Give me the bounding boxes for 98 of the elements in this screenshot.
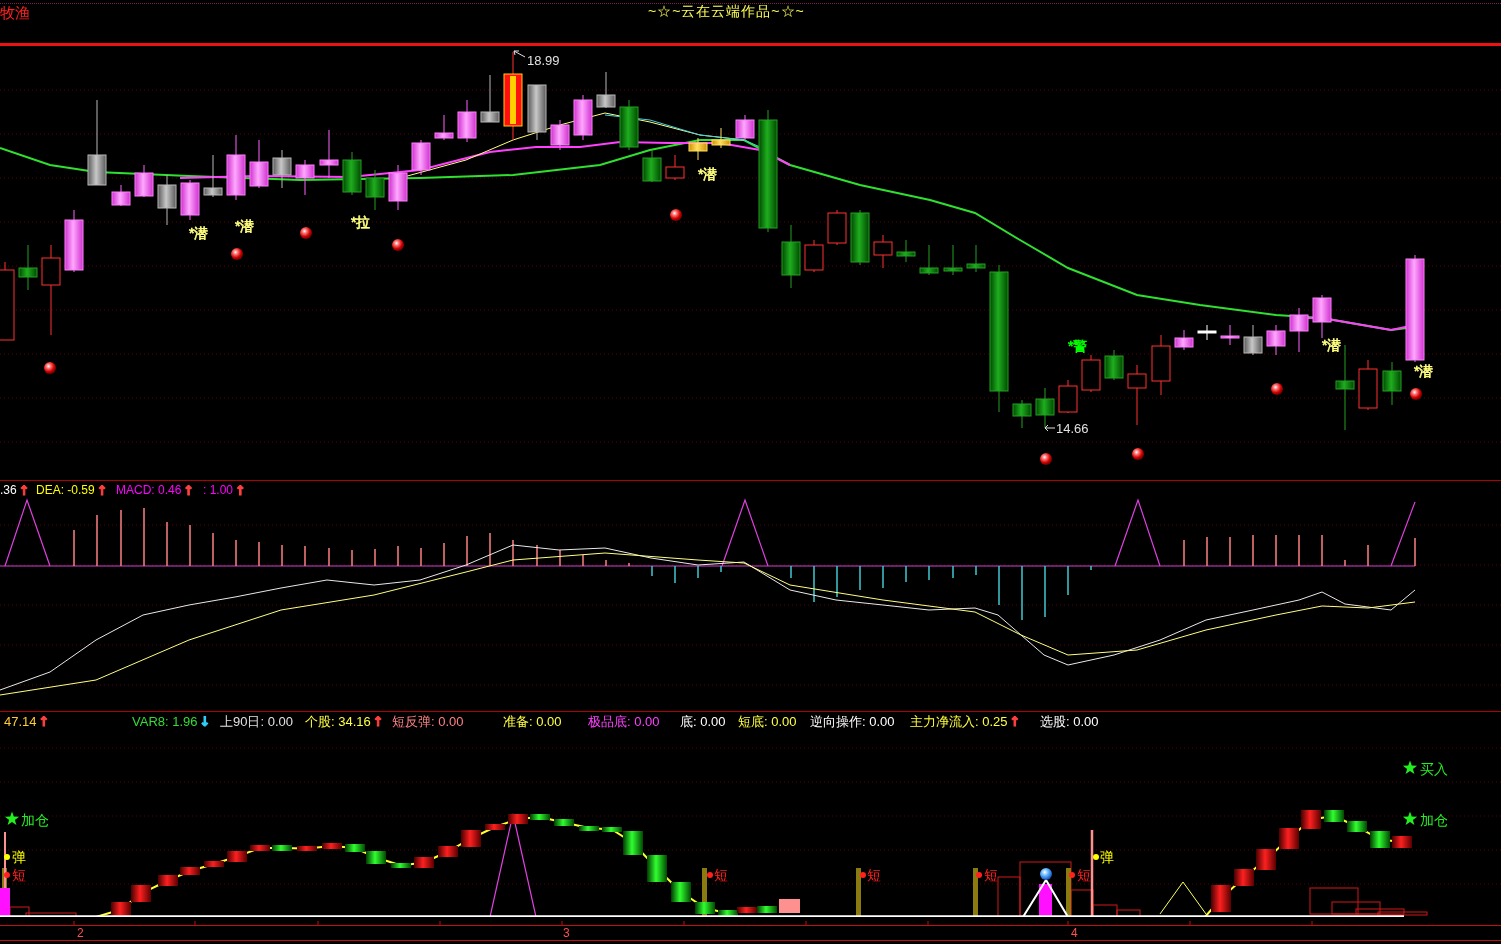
signal-label: 短 [867,867,881,883]
axis-label: 4 [1071,926,1078,940]
momentum-bar [1234,869,1254,886]
signal-label: 短 [984,867,998,883]
signal-bar [973,868,978,917]
momentum-bar [554,819,574,826]
indicator-readout: DEA: -0.59 [36,483,95,498]
signal-label: *潜 [1322,337,1342,353]
trend-arrow-icon: ↑ [96,483,108,498]
pointer-icon [1044,424,1056,432]
indicator-readout: .36 [0,483,17,498]
indicator-readout: : 1.00 [203,483,234,498]
momentum-bar [204,861,224,867]
momentum-bar [1301,810,1321,829]
momentum-bar [1211,885,1231,912]
star-icon [1402,760,1418,775]
indicator-readout: 逆向操作: 0.00 [810,714,895,729]
indicator-readout: 47.14 [4,714,37,729]
marker-ball-icon [1271,383,1283,395]
indicator-readout: 底: 0.00 [680,714,726,729]
momentum-bar [414,857,434,868]
signal-line [4,831,6,889]
momentum-bar [530,814,550,820]
star-icon [4,811,20,826]
trend-arrow-icon: ↑ [1009,714,1021,729]
trend-arrow-icon: ↑ [372,714,384,729]
marker-ball-icon [300,227,312,239]
marker-ball-icon [392,239,404,251]
momentum-bar [1347,821,1367,832]
momentum-bar [647,855,667,882]
momentum-bar [1256,849,1276,870]
momentum-bar [158,875,178,886]
signal-label: *潜 [235,218,255,234]
momentum-bar [391,863,411,868]
indicator-readout: 极品底: 0.00 [588,714,660,729]
trend-arrow-icon: ↑ [18,483,30,498]
trend-arrow-icon: ↓ [199,714,211,729]
indicator-readout: MACD: 0.46 [116,483,182,498]
star-icon [1402,811,1418,826]
signal-label: 加仓 [21,812,49,828]
momentum-bar [131,885,151,902]
momentum-bar [1324,810,1344,822]
low-price-label: 14.66 [1056,421,1089,436]
momentum-bar [695,902,715,914]
momentum-bar [579,826,599,831]
marker-ball-icon [1132,448,1144,460]
indicator-readout: 短反弹: 0.00 [392,714,464,729]
signal-label: *潜 [1414,363,1434,379]
indicator-readout: 短底: 0.00 [738,714,797,729]
high-price-label: 18.99 [527,53,560,68]
momentum-bar [461,830,481,847]
momentum-bar [671,882,691,902]
signal-bar [779,899,800,913]
indicator-readout: 上90日: 0.00 [220,714,293,729]
marker-ball-icon [231,248,243,260]
indicator-readout: 选股: 0.00 [1040,714,1099,729]
indicator-readout: 主力净流入: 0.25 [910,714,1008,729]
signal-label: *潜 [189,225,209,241]
marker-ball-icon [1040,868,1052,880]
signal-label: 弹 [1100,849,1114,865]
momentum-bar [508,814,528,824]
chart-name: 牧渔 [0,4,30,22]
signal-label: 短 [714,867,728,883]
signal-label: 买入 [1420,761,1448,777]
momentum-bar [1370,831,1390,848]
signal-label: *潜 [698,166,718,182]
signal-label: 弹 [12,849,26,865]
pointer-icon [513,50,526,58]
signal-label: *警 [1068,338,1088,354]
signal-bar [856,868,861,917]
momentum-bar [180,867,200,875]
momentum-bar [227,851,247,862]
axis-label: 2 [77,926,84,940]
trend-arrow-icon: ↑ [38,714,50,729]
momentum-bar [297,846,317,851]
signal-label: *拉 [351,214,371,230]
marker-ball-icon [44,362,56,374]
indicator-readout: 个股: 34.16 [305,714,371,729]
axis-label: 3 [563,926,570,940]
marker-ball-icon [1040,453,1052,465]
momentum-bar [1392,836,1412,848]
marker-ball-icon [670,209,682,221]
momentum-bar [1279,828,1299,849]
signal-bar [1066,868,1071,917]
trend-arrow-icon: ↑ [183,483,195,498]
indicator-readout: VAR8: 1.96 [132,714,198,729]
signal-label: 短 [12,867,26,883]
chart-title: ~☆~云在云端作品~☆~ [648,3,805,19]
momentum-bar [272,845,292,851]
momentum-bar [322,843,342,849]
trend-arrow-icon: ↑ [235,483,246,498]
momentum-bar [485,824,505,830]
signal-label: 短 [1077,867,1091,883]
momentum-bar [438,846,458,857]
momentum-bar [250,845,270,851]
signal-label: 加仓 [1420,812,1448,828]
indicator-readout: 准备: 0.00 [503,714,562,729]
marker-ball-icon [1410,388,1422,400]
